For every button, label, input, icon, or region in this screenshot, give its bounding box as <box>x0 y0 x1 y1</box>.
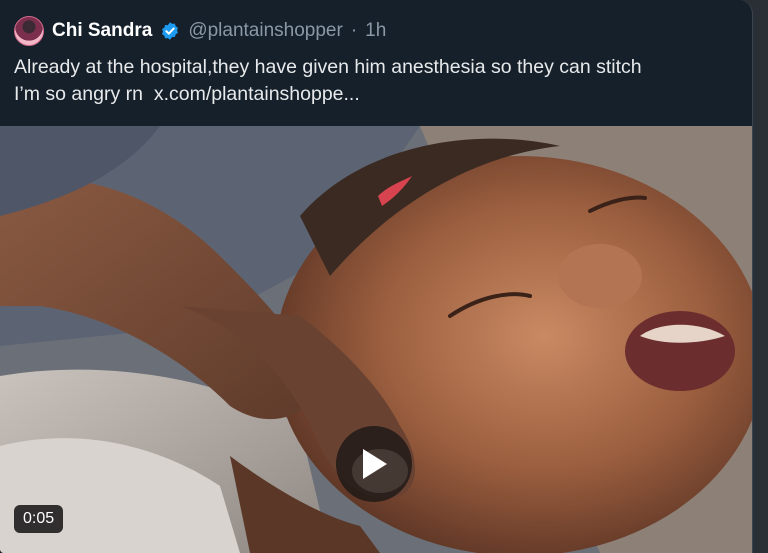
author-name[interactable]: Chi Sandra <box>52 20 152 42</box>
video-duration-badge: 0:05 <box>14 505 64 533</box>
tweet-text: Already at the hospital,they have given … <box>14 54 734 108</box>
tweet-header: Chi Sandra @plantainshopper · 1h <box>14 14 386 48</box>
timestamp[interactable]: 1h <box>365 20 386 42</box>
tweet-link[interactable]: x.com/plantainshoppe... <box>154 83 360 105</box>
play-icon <box>363 449 387 479</box>
tweet-text-line-2-prefix: I’m so angry rn <box>14 83 143 105</box>
avatar[interactable] <box>14 16 44 46</box>
tweet-card[interactable]: Chi Sandra @plantainshopper · 1h Already… <box>0 0 753 553</box>
play-button[interactable] <box>336 426 412 502</box>
author-handle[interactable]: @plantainshopper <box>188 20 343 42</box>
separator-dot: · <box>350 20 358 41</box>
tweet-text-line-2: I’m so angry rn x.com/plantainshoppe... <box>14 81 734 108</box>
video-player[interactable] <box>0 126 752 553</box>
tweet-text-line-1: Already at the hospital,they have given … <box>14 56 642 78</box>
verified-badge-icon <box>162 22 179 40</box>
